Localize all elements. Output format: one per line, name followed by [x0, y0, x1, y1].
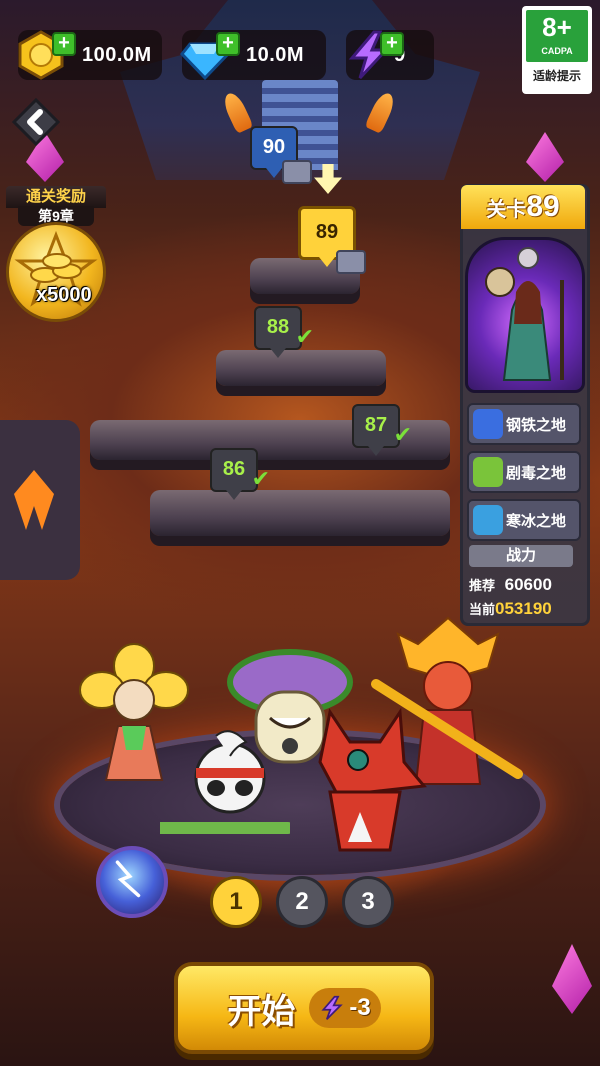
rune-glyph-icon [14, 470, 54, 530]
skill-button[interactable] [96, 846, 168, 918]
platform-86 [150, 490, 450, 536]
chest-icon [282, 160, 312, 184]
add-gems-button[interactable]: + [216, 32, 240, 56]
back-button[interactable] [10, 96, 62, 148]
level-number: 90 [262, 136, 286, 158]
check-icon: ✔ [393, 422, 412, 447]
level-marker-87[interactable]: 87 ✔ [352, 404, 412, 456]
gold-value: 100.0M [82, 43, 152, 66]
stage-number: 89 [526, 190, 560, 223]
boss-portrait[interactable] [465, 237, 585, 393]
terrain-label: 剧毒之地 [506, 464, 567, 482]
energy-cost: -3 [309, 988, 381, 1028]
energy-counter[interactable]: + 9 [346, 30, 434, 80]
terrain-ice[interactable]: 寒冰之地 [467, 499, 581, 541]
team-1-button[interactable]: 1 [210, 876, 262, 928]
stage-info-panel: 关卡89 钢铁之地 剧毒之地 寒冰之地 战力 推荐 60600 当前053190 [460, 184, 590, 626]
poison-terrain-icon [473, 457, 503, 487]
terrain-label: 钢铁之地 [506, 416, 567, 434]
add-gold-button[interactable]: + [52, 32, 76, 56]
level-marker-86[interactable]: 86 ✔ [210, 448, 270, 500]
panda-hero[interactable] [160, 728, 290, 848]
red-wolf-hero[interactable] [300, 702, 430, 852]
start-label: 开始 [227, 992, 296, 1031]
check-icon: ✔ [251, 466, 270, 491]
add-energy-button[interactable]: + [380, 32, 404, 56]
reward-coins-icon[interactable] [6, 222, 106, 322]
level-number: 89 [315, 221, 339, 243]
stage-header: 关卡89 [461, 185, 585, 229]
terrain-label: 寒冰之地 [506, 512, 567, 530]
age-rating-label: 适龄提示 [532, 69, 581, 83]
lightning-icon [321, 995, 344, 1020]
energy-cost-value: -3 [349, 994, 371, 1021]
gem-value: 10.0M [246, 43, 305, 66]
level-marker-88[interactable]: 88 ✔ [254, 306, 314, 358]
age-rating-badge[interactable]: 8+ CADPA 适龄提示 [522, 6, 592, 94]
team-2-button[interactable]: 2 [276, 876, 328, 928]
reward-title: 通关奖励 [6, 186, 106, 208]
recommended-power: 推荐 60600 [469, 575, 552, 595]
level-number: 86 [222, 458, 246, 480]
gold-counter[interactable]: + 100.0M [18, 30, 162, 80]
gem-counter[interactable]: + 10.0M [180, 30, 326, 81]
chest-icon [336, 250, 366, 274]
skill-lightning-icon [115, 860, 141, 898]
recommended-label: 推荐 [469, 578, 496, 593]
age-rating-number: 8+ [542, 12, 572, 42]
recommended-value: 60600 [504, 575, 552, 594]
rune-pillar [0, 420, 80, 580]
steel-terrain-icon [473, 409, 503, 439]
ice-terrain-icon [473, 505, 503, 535]
reward-amount: x5000 [36, 284, 92, 306]
team-3-button[interactable]: 3 [342, 876, 394, 928]
stage-label: 关卡 [486, 199, 527, 221]
level-number: 88 [266, 316, 290, 338]
level-number: 87 [364, 414, 388, 436]
check-icon: ✔ [295, 324, 314, 349]
start-button[interactable]: 开始 -3 [174, 962, 434, 1054]
terrain-poison[interactable]: 剧毒之地 [467, 451, 581, 493]
power-title: 战力 [469, 545, 573, 567]
age-rating-box: 8+ CADPA [526, 10, 588, 62]
terrain-steel[interactable]: 钢铁之地 [467, 403, 581, 445]
age-rating-org: CADPA [541, 46, 573, 56]
